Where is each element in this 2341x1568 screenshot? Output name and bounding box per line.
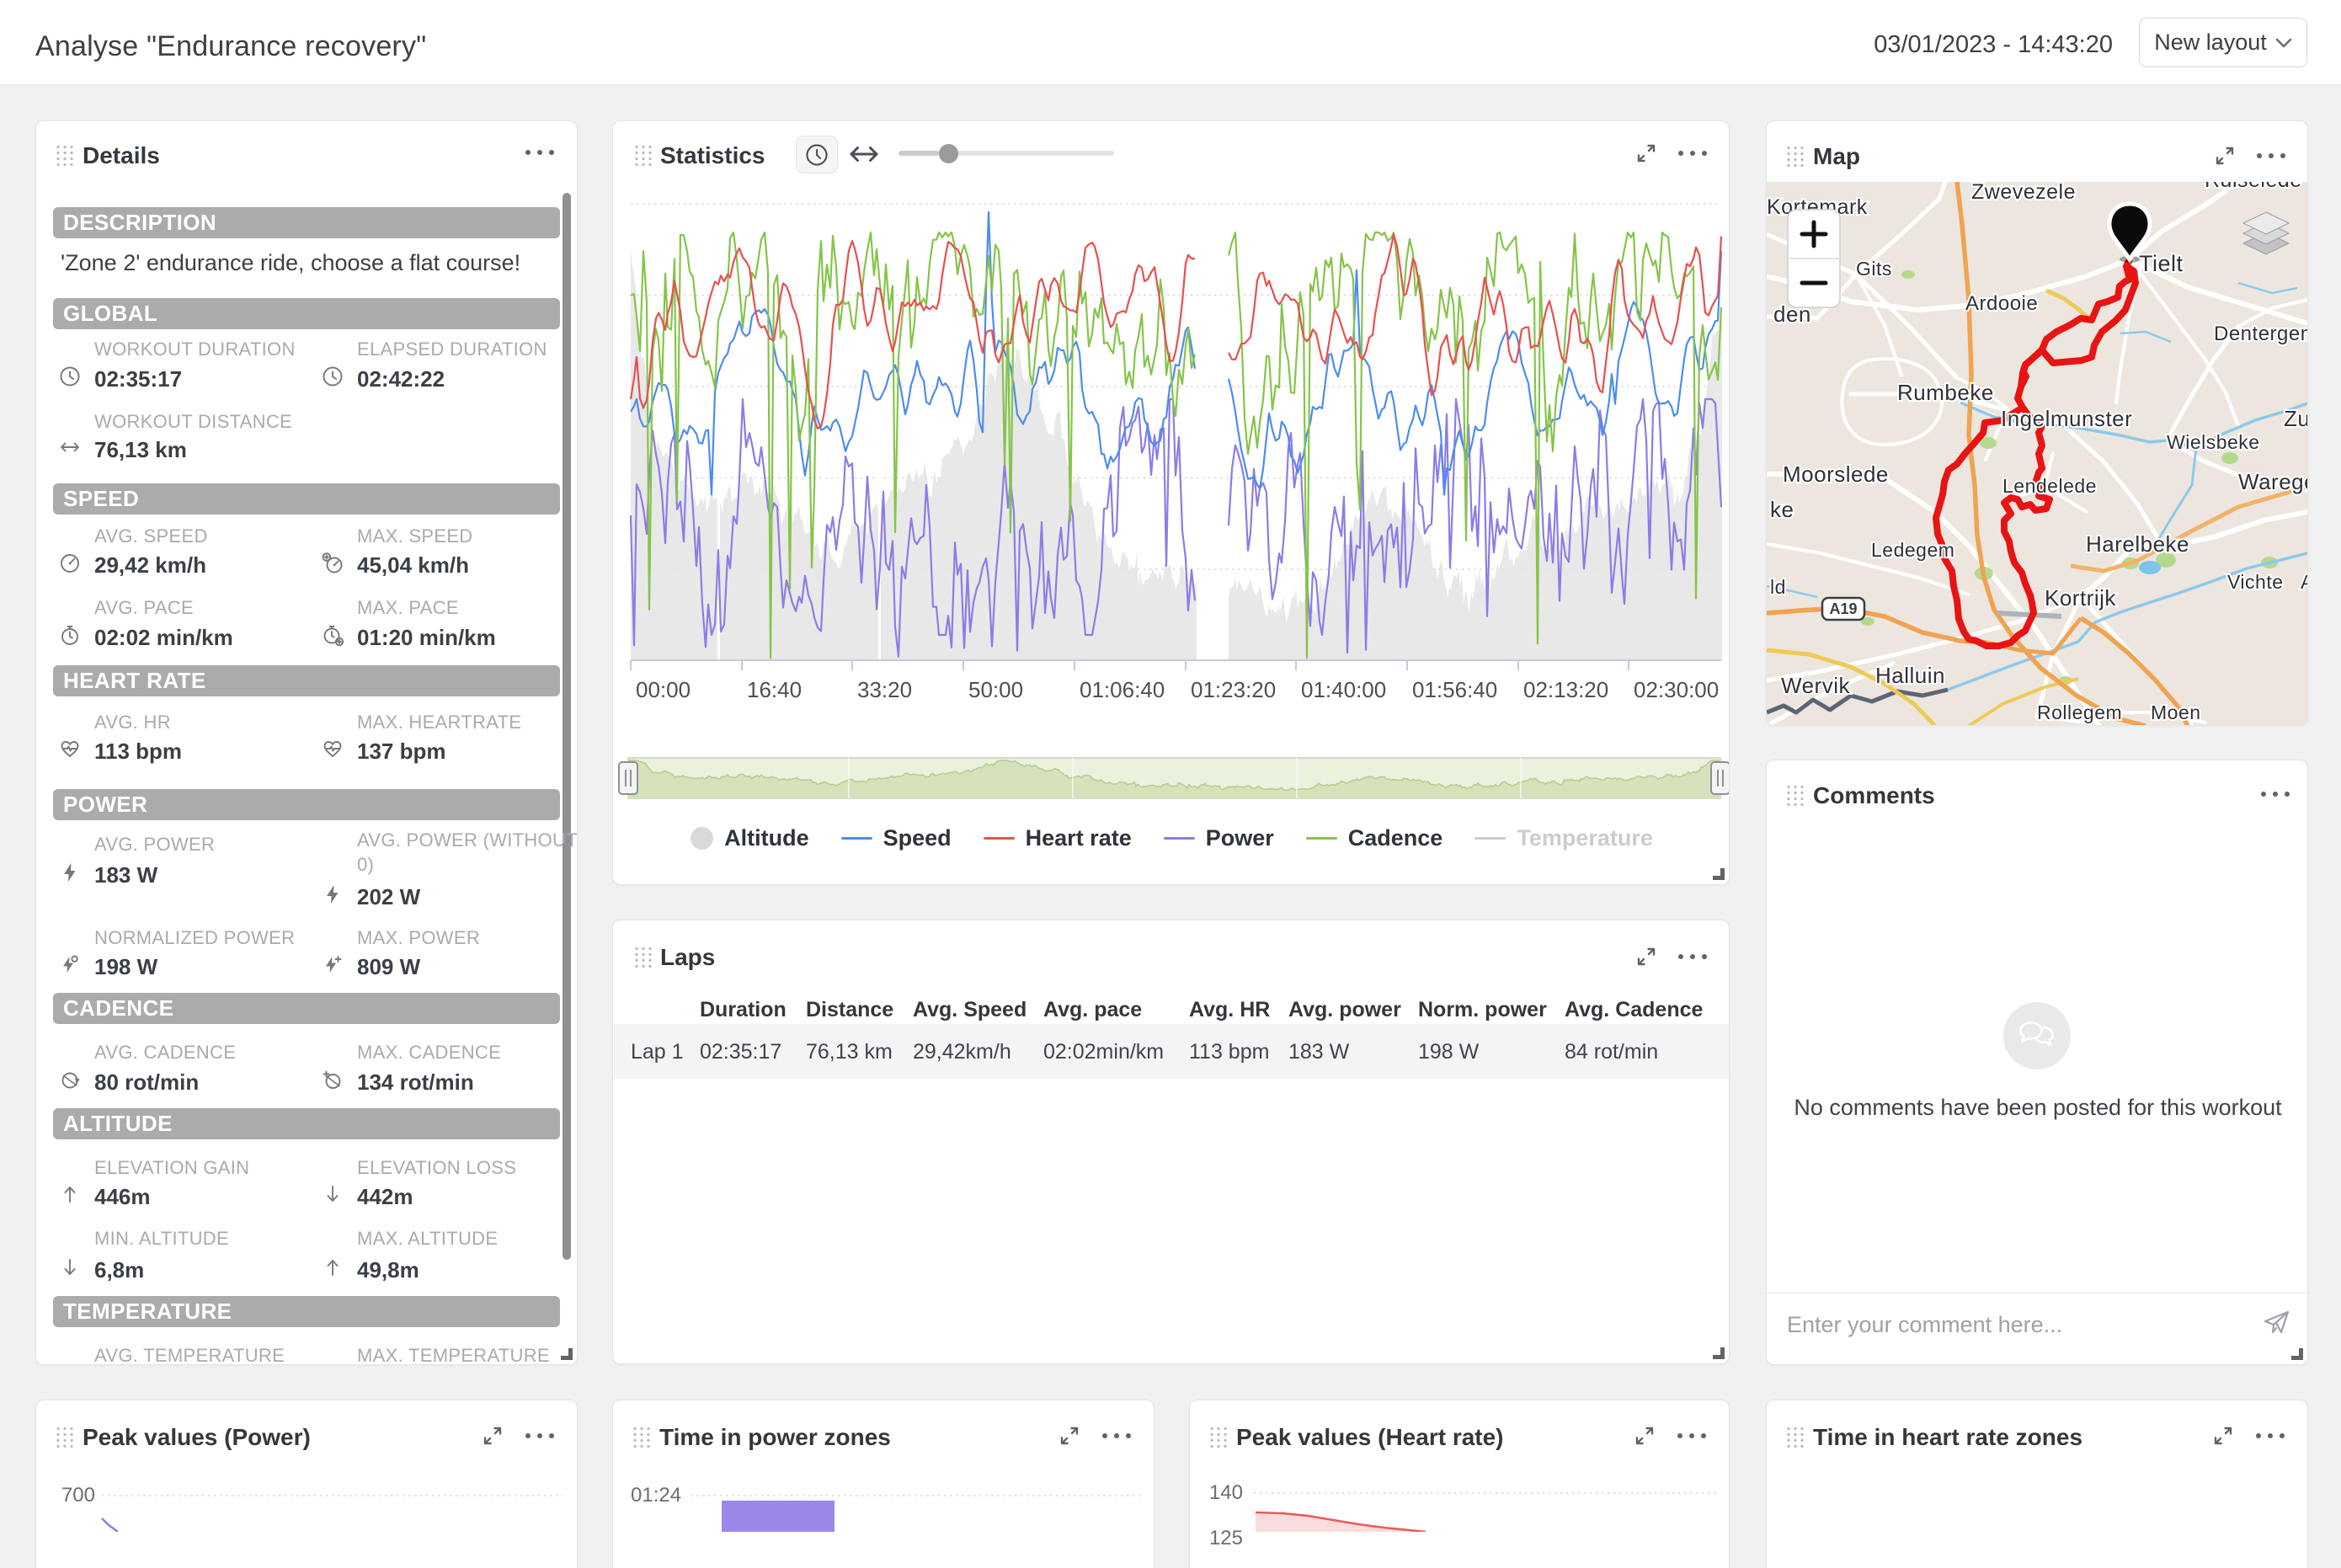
svg-text:00:00: 00:00: [636, 677, 691, 702]
svg-text:A19: A19: [1829, 600, 1857, 617]
svg-text:01:06:40: 01:06:40: [1080, 677, 1165, 702]
svg-text:ld: ld: [1770, 576, 1786, 598]
svg-text:01:40:00: 01:40:00: [1301, 677, 1386, 702]
svg-text:ke: ke: [1770, 497, 1794, 522]
svg-text:01:23:20: 01:23:20: [1191, 677, 1276, 702]
svg-text:Halluin: Halluin: [1875, 663, 1945, 688]
svg-text:01:56:40: 01:56:40: [1412, 677, 1497, 702]
svg-text:Ingelmunster: Ingelmunster: [2001, 406, 2132, 431]
svg-text:Harelbeke: Harelbeke: [2086, 531, 2189, 557]
svg-text:Moen: Moen: [2151, 701, 2201, 723]
svg-text:02:13:20: 02:13:20: [1523, 677, 1608, 702]
svg-text:Rollegem: Rollegem: [2037, 701, 2122, 723]
svg-text:16:40: 16:40: [747, 677, 802, 702]
svg-text:Ledegem: Ledegem: [1871, 539, 1954, 561]
svg-text:Lendelede: Lendelede: [2002, 475, 2097, 497]
svg-text:Moorslede: Moorslede: [1783, 461, 1889, 487]
svg-text:Dentergem: Dentergem: [2214, 323, 2307, 345]
svg-text:Kortrijk: Kortrijk: [2045, 585, 2116, 611]
svg-text:Ardooie: Ardooie: [1965, 292, 2038, 315]
svg-text:Rumbeke: Rumbeke: [1897, 380, 1994, 405]
svg-text:02:30:00: 02:30:00: [1634, 677, 1719, 702]
svg-text:A: A: [2301, 571, 2307, 593]
svg-text:Zul: Zul: [2284, 406, 2307, 431]
svg-text:50:00: 50:00: [968, 677, 1023, 702]
svg-text:Waregem: Waregem: [2238, 469, 2307, 494]
svg-text:Gits: Gits: [1856, 258, 1892, 280]
svg-text:33:20: 33:20: [857, 677, 912, 702]
svg-text:Wielsbeke: Wielsbeke: [2167, 431, 2260, 453]
svg-text:Tielt: Tielt: [2139, 251, 2184, 276]
svg-text:Zwevezele: Zwevezele: [1971, 182, 2076, 204]
svg-text:Wervik: Wervik: [1781, 673, 1850, 698]
svg-text:Ruiselede: Ruiselede: [2205, 182, 2302, 192]
svg-text:Vichte: Vichte: [2227, 571, 2284, 593]
